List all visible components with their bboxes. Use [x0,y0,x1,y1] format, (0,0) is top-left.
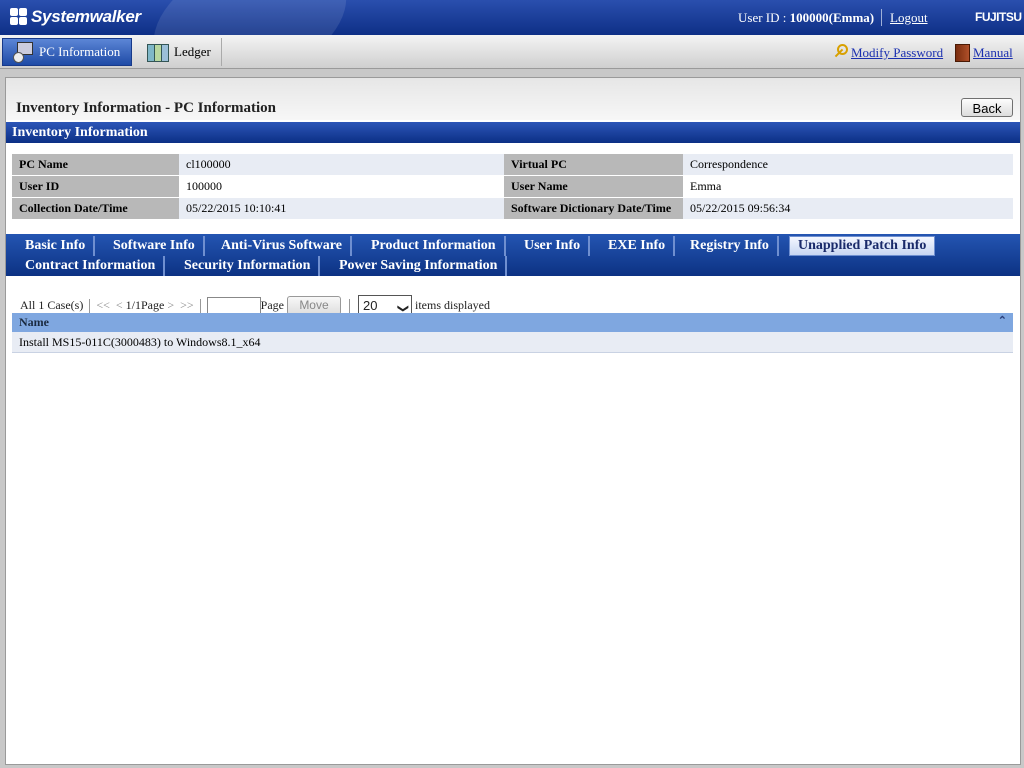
page-label: Page [260,298,284,312]
user-id-value: 100000(Emma) [789,10,875,25]
systemwalker-logo: Systemwalker [10,7,141,27]
info-label: Virtual PC [504,154,683,176]
manual-link[interactable]: Manual [973,45,1013,61]
tab-power-saving-information[interactable]: Power Saving Information [331,256,508,276]
manual-book-icon [955,44,970,62]
items-per-page-value: 20 [362,298,378,313]
info-label: PC Name [12,154,179,176]
page-indicator: 1/1Page [125,298,165,312]
info-row: Collection Date/Time 05/22/2015 10:10:41… [12,197,1013,220]
tab-basic-info[interactable]: Basic Info [17,236,96,256]
page-number-input[interactable] [206,296,261,315]
top-header: Systemwalker User ID : 100000(Emma) Logo… [0,0,1024,35]
pager-divider [348,298,350,313]
double-up-arrow-icon[interactable]: ⌃ [998,315,1007,327]
info-value: Correspondence [683,154,1013,176]
header-decoration [135,0,365,35]
fujitsu-logo: FUJITSU [975,10,1022,24]
first-page-link[interactable]: << [96,298,110,313]
next-page-link[interactable]: > [167,298,174,313]
nav-tab-label: PC Information [39,44,121,59]
tab-software-info[interactable]: Software Info [105,236,205,256]
last-page-link[interactable]: >> [180,298,194,313]
tab-contract-information[interactable]: Contract Information [17,256,166,276]
case-count: All 1 Case(s) [20,298,84,312]
main-panel: Inventory Information - PC Information B… [5,77,1021,765]
nav-tab-pc-information[interactable]: PC Information [2,38,132,66]
pc-icon [13,42,33,63]
info-row: User ID 100000 User Name Emma [12,175,1013,198]
tab-security-information[interactable]: Security Information [176,256,321,276]
modify-password-link[interactable]: Modify Password [851,45,943,61]
nav-tab-label: Ledger [174,44,211,59]
logout-link[interactable]: Logout [890,10,928,26]
tab-anti-virus-software[interactable]: Anti-Virus Software [213,236,352,256]
items-displayed-label: items displayed [414,298,490,312]
info-value: 05/22/2015 09:56:34 [683,197,1013,220]
ledger-icon [146,42,169,62]
header-separator [881,9,882,26]
tab-registry-info[interactable]: Registry Info [682,236,779,256]
list-item[interactable]: Install MS15-011C(3000483) to Windows8.1… [12,332,1013,353]
page-title: Inventory Information - PC Information [16,100,276,116]
previous-page-link[interactable]: < [116,298,123,313]
key-icon [832,44,848,60]
info-value: 100000 [179,175,504,198]
tab-product-information[interactable]: Product Information [363,236,506,256]
systemwalker-logo-icon [10,8,28,26]
column-name-header: Name [19,315,49,329]
tab-unapplied-patch-info[interactable]: Unapplied Patch Info [789,236,936,256]
info-value: 05/22/2015 10:10:41 [179,197,504,220]
main-navigation: PC Information Ledger Modify Password Ma… [0,35,1024,69]
page-header: Inventory Information - PC Information B… [6,78,1020,120]
tab-exe-info[interactable]: EXE Info [600,236,676,256]
pager-divider [89,298,91,313]
chevron-down-icon: ❯ [396,303,409,314]
info-row: PC Name cl100000 Virtual PC Corresponden… [12,154,1013,176]
info-label: Collection Date/Time [12,197,179,220]
info-tab-bar: Basic Info Software Info Anti-Virus Soft… [6,234,1020,276]
info-value: cl100000 [179,154,504,176]
info-label: User Name [504,175,683,198]
inventory-info-table: PC Name cl100000 Virtual PC Corresponden… [12,154,1013,220]
info-label: User ID [12,175,179,198]
tab-user-info[interactable]: User Info [516,236,591,256]
info-value: Emma [683,175,1013,198]
logo-text: Systemwalker [31,7,141,26]
nav-tab-ledger[interactable]: Ledger [138,38,222,66]
back-button[interactable]: Back [961,98,1013,117]
info-label: Software Dictionary Date/Time [504,197,683,220]
user-id-label: User ID : [738,10,790,25]
pager-divider [199,298,201,313]
list-header: Name ⌃ [12,313,1013,332]
section-header: Inventory Information [6,122,1020,143]
window: Systemwalker User ID : 100000(Emma) Logo… [0,0,1024,768]
user-id-display: User ID : 100000(Emma) [738,10,874,26]
